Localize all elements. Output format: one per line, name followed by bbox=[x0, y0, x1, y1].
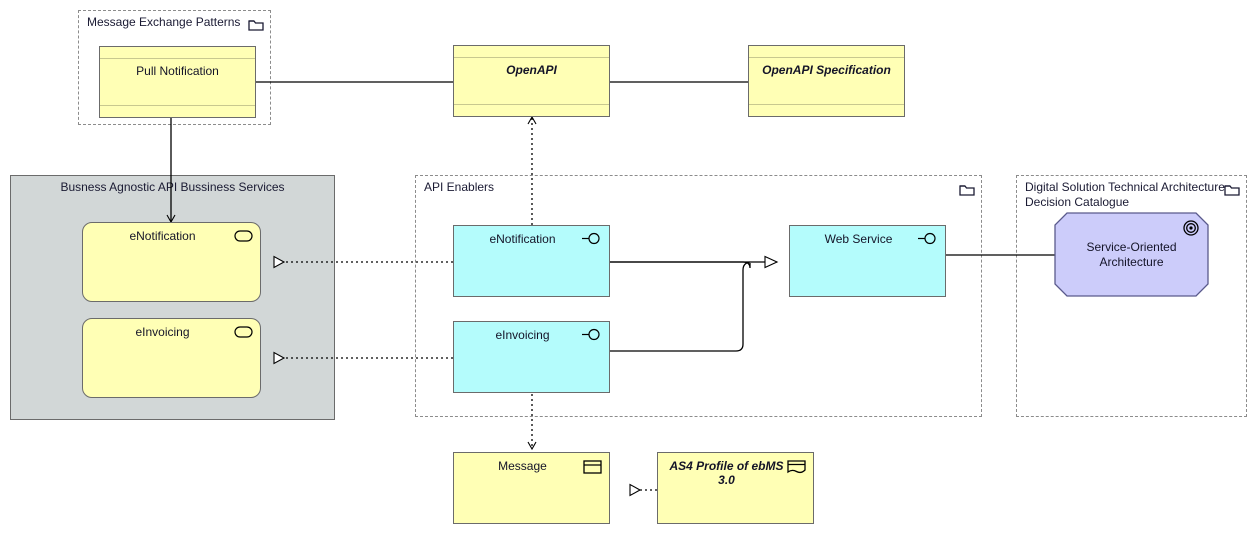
business-service-icon bbox=[234, 230, 253, 242]
folder-icon bbox=[248, 18, 264, 31]
group-label-digital-solution-technical-architecture-decision-catalogue: Digital Solution Technical Architecture … bbox=[1025, 180, 1225, 209]
node-business-service-enotification[interactable]: eNotification bbox=[82, 222, 261, 302]
node-application-interface-web-service[interactable]: Web Service bbox=[789, 225, 946, 297]
node-label-openapi: OpenAPI bbox=[506, 63, 557, 77]
node-label-openapi-specification: OpenAPI Specification bbox=[762, 63, 891, 77]
group-label-api-enablers: API Enablers bbox=[424, 180, 495, 194]
deliverable-top-divider bbox=[454, 57, 609, 58]
node-label-pull-notification: Pull Notification bbox=[136, 64, 219, 78]
node-business-service-einvoicing[interactable]: eInvoicing bbox=[82, 318, 261, 398]
representation-icon bbox=[787, 460, 806, 474]
node-label-business-service-einvoicing: eInvoicing bbox=[135, 325, 190, 339]
node-label-business-service-enotification: eNotification bbox=[129, 229, 196, 243]
principle-target-icon bbox=[1183, 220, 1199, 236]
deliverable-top-divider bbox=[100, 58, 255, 59]
deliverable-bottom-divider bbox=[100, 105, 255, 106]
deliverable-bottom-divider bbox=[454, 104, 609, 105]
node-openapi-specification[interactable]: OpenAPI Specification bbox=[748, 45, 905, 117]
node-pull-notification[interactable]: Pull Notification bbox=[99, 46, 256, 118]
node-principle-service-oriented-architecture[interactable]: Service-Oriented Architecture bbox=[1054, 212, 1209, 297]
group-label-business-agnostic-api-business-services: Busness Agnostic API Bussiness Services bbox=[60, 180, 285, 194]
node-application-interface-einvoicing[interactable]: eInvoicing bbox=[453, 321, 610, 393]
node-business-object-message[interactable]: Message bbox=[453, 452, 610, 524]
folder-icon bbox=[959, 183, 975, 196]
interface-lollipop-icon bbox=[582, 328, 602, 341]
node-label-web-service: Web Service bbox=[824, 232, 893, 246]
node-representation-as4-profile[interactable]: AS4 Profile of ebMS 3.0 bbox=[657, 452, 814, 524]
interface-lollipop-icon bbox=[582, 232, 602, 245]
node-label-as4-profile: AS4 Profile of ebMS 3.0 bbox=[669, 459, 784, 487]
node-application-interface-enotification[interactable]: eNotification bbox=[453, 225, 610, 297]
node-label-application-interface-einvoicing: eInvoicing bbox=[495, 328, 550, 342]
deliverable-top-divider bbox=[749, 57, 904, 58]
business-service-icon bbox=[234, 326, 253, 338]
node-label-application-interface-enotification: eNotification bbox=[489, 232, 556, 246]
node-label-service-oriented-architecture: Service-Oriented Architecture bbox=[1086, 239, 1177, 269]
interface-lollipop-icon bbox=[918, 232, 938, 245]
node-label-message: Message bbox=[498, 459, 547, 473]
node-openapi[interactable]: OpenAPI bbox=[453, 45, 610, 117]
folder-icon bbox=[1224, 183, 1240, 196]
deliverable-bottom-divider bbox=[749, 104, 904, 105]
group-label-message-exchange-patterns: Message Exchange Patterns bbox=[87, 15, 241, 29]
archimate-diagram-canvas: Message Exchange Patterns Busness Agnost… bbox=[0, 0, 1257, 536]
business-object-icon bbox=[583, 460, 602, 474]
